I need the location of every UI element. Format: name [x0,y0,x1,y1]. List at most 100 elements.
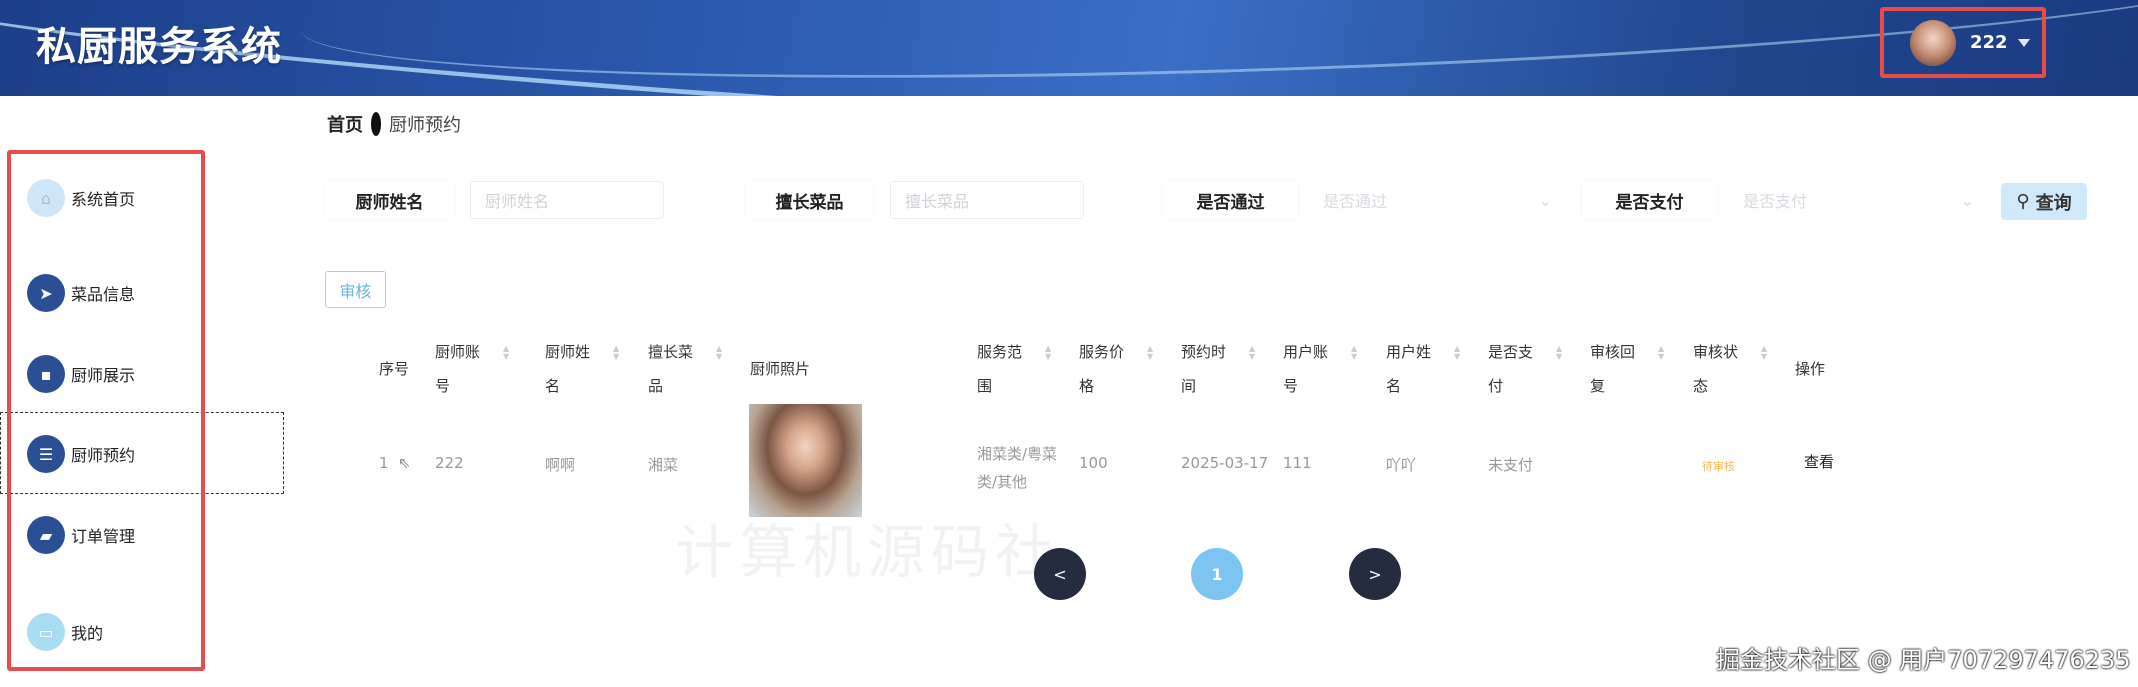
sidebar-item-label: 系统首页 [71,190,136,209]
query-label: 查询 [2035,192,2072,214]
next-page-button[interactable]: > [1349,548,1401,600]
sort-icon[interactable]: ▲ ▼ [1147,345,1153,361]
column-header[interactable]: 用户姓名 ▲ ▼ [1386,335,1460,403]
home-icon: ⌂ [27,179,65,217]
column-header-label: 服务价格 [1079,343,1125,395]
specialty-input[interactable]: 擅长菜品 [890,181,1084,219]
sort-icon[interactable]: ▲ ▼ [1556,345,1562,361]
sidebar-item-orders[interactable]: ▰ 订单管理 [27,516,135,554]
sidebar-item-label: 厨师展示 [71,366,136,385]
sidebar-item-label: 订单管理 [71,527,136,546]
breadcrumb-home[interactable]: 首页 [327,111,363,137]
page-1-button[interactable]: 1 [1191,548,1243,600]
audit-button[interactable]: 审核 [325,271,386,308]
cell-service-scope: 湘菜类/粤菜类/其他 [977,445,1058,491]
breadcrumb-separator [371,112,381,136]
prev-page-button[interactable]: < [1034,548,1086,600]
status-badge: 待审核 [1702,460,1735,473]
specialty-label: 擅长菜品 [746,181,873,219]
column-header[interactable]: 服务价格 ▲ ▼ [1079,335,1153,403]
send-icon: ➤ [27,274,65,312]
username: 222 [1970,32,2008,53]
breadcrumb-current: 厨师预约 [389,115,461,136]
column-header-label: 用户账号 [1283,343,1329,395]
sort-icon[interactable]: ▲ ▼ [1761,345,1767,361]
chef-photo [749,404,862,517]
approved-select[interactable]: 是否通过 ⌄ [1309,181,1562,219]
cell-price: 100 [1079,454,1108,472]
approved-select-placeholder: 是否通过 [1323,192,1388,211]
sidebar-item-dishes[interactable]: ➤ 菜品信息 [27,274,135,312]
column-header[interactable]: 审核回复 ▲ ▼ [1590,335,1664,403]
column-header-label: 审核回复 [1590,343,1636,395]
column-header[interactable]: 用户账号 ▲ ▼ [1283,335,1357,403]
breadcrumb: 首页 厨师预约 [327,111,461,137]
cell-chef-account: 222 [435,454,464,472]
list-icon: ☰ [27,435,65,473]
user-menu[interactable]: 222 [1880,7,2046,78]
sort-icon[interactable]: ▲ ▼ [1658,345,1664,361]
cell-index: 1 [379,454,389,472]
cell-time: 2025-03-17 [1181,454,1269,472]
card-icon: ▭ [27,613,65,651]
cell-specialty: 湘菜 [648,456,679,474]
column-header-label: 审核状态 [1693,343,1739,395]
chef-name-input[interactable]: 厨师姓名 [470,181,664,219]
cell-paid: 未支付 [1488,456,1534,474]
chevron-down-icon: ⌄ [1960,190,1974,210]
column-header-label: 擅长菜品 [648,343,694,395]
mouse-cursor-icon: ⇖ [398,454,411,472]
caret-down-icon [2017,38,2030,47]
sidebar-item-label: 厨师预约 [71,446,136,465]
column-header[interactable]: 审核状态 ▲ ▼ [1693,335,1767,403]
column-header[interactable]: 服务范围 ▲ ▼ [977,335,1051,403]
paid-label: 是否支付 [1582,181,1717,219]
search-icon: ⚲ [2016,191,2030,212]
column-header-label: 服务范围 [977,343,1023,395]
cell-user-account: 111 [1283,454,1312,472]
column-header-label: 厨师照片 [750,360,811,378]
paid-select-placeholder: 是否支付 [1743,192,1808,211]
view-link[interactable]: 查看 [1804,451,1834,472]
column-header-label: 厨师姓名 [545,343,591,395]
column-header[interactable]: 预约时间 ▲ ▼ [1181,335,1255,403]
credit-watermark: 掘金技术社区 @ 用户707297476235 [1716,646,2131,674]
avatar [1910,19,1956,66]
header: 私厨服务系统 222 [0,0,2138,96]
chef-name-label: 厨师姓名 [325,181,454,219]
chevron-down-icon: ⌄ [1538,190,1552,210]
sidebar-item-home[interactable]: ⌂ 系统首页 [27,179,135,217]
sort-icon[interactable]: ▲ ▼ [716,345,722,361]
sort-icon[interactable]: ▲ ▼ [1045,345,1051,361]
column-header[interactable]: 擅长菜品 ▲ ▼ [648,335,722,403]
briefcase-icon: ▰ [27,516,65,554]
column-header[interactable]: 厨师账号 ▲ ▼ [435,335,509,403]
paid-select[interactable]: 是否支付 ⌄ [1729,181,1984,219]
sidebar-item-booking[interactable]: ☰ 厨师预约 [27,435,135,473]
column-header-label: 预约时间 [1181,343,1227,395]
column-header: 厨师照片 [750,352,820,386]
cell-user-name: 吖吖 [1386,456,1417,474]
sort-icon[interactable]: ▲ ▼ [1454,345,1460,361]
column-header-label: 操作 [1795,360,1826,378]
background-watermark: 计算机源码社 [675,518,1060,586]
sort-icon[interactable]: ▲ ▼ [503,345,509,361]
sidebar-item-label: 我的 [71,624,104,643]
column-header: 操作 [1795,352,1865,386]
chat-icon: ▪ [27,355,65,393]
query-button[interactable]: ⚲ 查询 [2001,183,2087,220]
approved-label: 是否通过 [1163,181,1298,219]
column-header-label: 用户姓名 [1386,343,1432,395]
column-header-label: 厨师账号 [435,343,481,395]
sidebar-item-mine[interactable]: ▭ 我的 [27,613,103,651]
column-header[interactable]: 是否支付 ▲ ▼ [1488,335,1562,403]
sort-icon[interactable]: ▲ ▼ [613,345,619,361]
sidebar-item-label: 菜品信息 [71,285,136,304]
sidebar-item-chefs[interactable]: ▪ 厨师展示 [27,355,135,393]
app-title: 私厨服务系统 [36,24,282,70]
sort-icon[interactable]: ▲ ▼ [1351,345,1357,361]
sidebar [7,150,205,671]
column-header-label: 序号 [379,360,410,378]
sort-icon[interactable]: ▲ ▼ [1249,345,1255,361]
column-header[interactable]: 厨师姓名 ▲ ▼ [545,335,619,403]
